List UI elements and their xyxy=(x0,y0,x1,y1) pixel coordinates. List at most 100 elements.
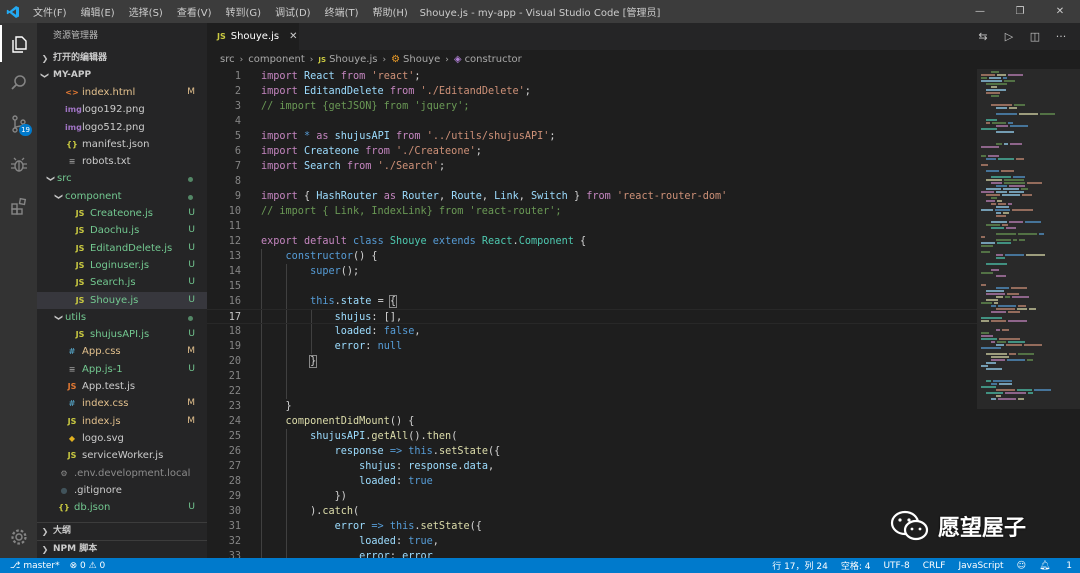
breadcrumb-item[interactable]: constructor xyxy=(465,54,522,65)
file-item[interactable]: ≡ App.js-1 U xyxy=(37,361,207,378)
line-endings[interactable]: CRLF xyxy=(923,561,946,571)
minimize-icon[interactable]: — xyxy=(960,0,1000,23)
project-section[interactable]: ❯ MY-APP xyxy=(37,67,207,84)
code-line[interactable]: 20 } xyxy=(207,354,977,369)
code-line[interactable]: 19 error: null xyxy=(207,339,977,354)
code-line[interactable]: 2 import EditandDelete from './EditandDel… xyxy=(207,84,977,99)
breadcrumb-item[interactable]: component xyxy=(248,54,305,65)
file-item[interactable]: ● .gitignore xyxy=(37,482,207,499)
code-line[interactable]: 16 this.state = { xyxy=(207,294,977,309)
file-item[interactable]: {} db.json U xyxy=(37,499,207,516)
file-item[interactable]: {} manifest.json xyxy=(37,136,207,153)
folder-item[interactable]: ❯ component xyxy=(37,188,207,205)
file-item[interactable]: ≡ robots.txt xyxy=(37,153,207,170)
menu-item[interactable]: 转到(G) xyxy=(219,4,269,19)
debug-icon[interactable] xyxy=(0,146,37,183)
extensions-icon[interactable] xyxy=(0,187,37,224)
settings-gear-icon[interactable] xyxy=(0,518,37,555)
file-item[interactable]: JS Daochu.js U xyxy=(37,222,207,239)
code-line[interactable]: 13 constructor() { xyxy=(207,249,977,264)
menu-item[interactable]: 编辑(E) xyxy=(74,4,122,19)
code-line[interactable]: 11 xyxy=(207,219,977,234)
git-branch[interactable]: master* xyxy=(23,561,59,571)
menu-item[interactable]: 终端(T) xyxy=(318,4,366,19)
code-line[interactable]: 15 xyxy=(207,279,977,294)
code-line[interactable]: 8 xyxy=(207,174,977,189)
split-editor-icon[interactable]: ◫ xyxy=(1022,30,1048,43)
file-item[interactable]: JS serviceWorker.js xyxy=(37,447,207,464)
file-item[interactable]: JS EditandDelete.js U xyxy=(37,240,207,257)
run-icon[interactable]: ▷ xyxy=(996,30,1022,43)
file-item[interactable]: # index.css M xyxy=(37,395,207,412)
close-tab-icon[interactable]: ✕ xyxy=(289,31,297,42)
code-line[interactable]: 3 // import {getJSON} from 'jquery'; xyxy=(207,99,977,114)
code-line[interactable]: 25 shujusAPI.getAll().then( xyxy=(207,429,977,444)
folder-item[interactable]: ❯ utils xyxy=(37,309,207,326)
problems-indicator[interactable]: ⊗ 0 ⚠ 0 xyxy=(70,561,106,571)
file-item[interactable]: # App.css M xyxy=(37,343,207,360)
code-line[interactable]: 28 loaded: true xyxy=(207,474,977,489)
code-line[interactable]: 31 error => this.setState({ xyxy=(207,519,977,534)
code-line[interactable]: 24 componentDidMount() { xyxy=(207,414,977,429)
code-line[interactable]: 9 import { HashRouter as Router, Route, L… xyxy=(207,189,977,204)
breadcrumb-item[interactable]: Shouye xyxy=(403,54,440,65)
encoding[interactable]: UTF-8 xyxy=(883,561,909,571)
folder-item[interactable]: ❯ src xyxy=(37,170,207,187)
code-line[interactable]: 18 loaded: false, xyxy=(207,324,977,339)
code-line[interactable]: 32 loaded: true, xyxy=(207,534,977,549)
file-item[interactable]: JS shujusAPI.js U xyxy=(37,326,207,343)
breadcrumb-item[interactable]: Shouye.js xyxy=(329,54,377,65)
code-line[interactable]: 4 xyxy=(207,114,977,129)
code-line[interactable]: 29 }) xyxy=(207,489,977,504)
code-line[interactable]: 26 response => this.setState({ xyxy=(207,444,977,459)
restore-icon[interactable]: ❐ xyxy=(1000,0,1040,23)
file-item[interactable]: JS App.test.js xyxy=(37,378,207,395)
outline-section[interactable]: ❯ 大纲 xyxy=(37,522,207,539)
code-editor[interactable]: 1 import React from 'react'; 2 import Edita… xyxy=(207,69,977,558)
tab-shouye-js[interactable]: JS Shouye.js ✕ xyxy=(207,23,299,50)
language-mode[interactable]: JavaScript xyxy=(958,561,1003,571)
code-line[interactable]: 10 // import { Link, IndexLink} from 'rea… xyxy=(207,204,977,219)
code-line[interactable]: 12 export default class Shouye extends Re… xyxy=(207,234,977,249)
file-item[interactable]: JS Createone.js U xyxy=(37,205,207,222)
close-icon[interactable]: ✕ xyxy=(1040,0,1080,23)
code-line[interactable]: 5 import * as shujusAPI from '../utils/sh… xyxy=(207,129,977,144)
code-line[interactable]: 14 super(); xyxy=(207,264,977,279)
code-line[interactable]: 17 shujus: [], xyxy=(207,309,977,324)
file-item[interactable]: img logo192.png xyxy=(37,101,207,118)
file-item[interactable]: JS Search.js U xyxy=(37,274,207,291)
code-line[interactable]: 21 xyxy=(207,369,977,384)
code-line[interactable]: 33 error: error xyxy=(207,549,977,558)
more-actions-icon[interactable]: ··· xyxy=(1048,30,1074,43)
notifications-bell-icon[interactable]: 🔔︎ 1 xyxy=(1039,561,1072,571)
menu-item[interactable]: 帮助(H) xyxy=(366,4,415,19)
source-control-icon[interactable]: 19 xyxy=(0,105,37,142)
file-item[interactable]: JS Shouye.js U xyxy=(37,291,207,309)
npm-scripts-section[interactable]: ❯ NPM 脚本 xyxy=(37,540,207,557)
explorer-icon[interactable] xyxy=(0,25,37,62)
code-line[interactable]: 27 shujus: response.data, xyxy=(207,459,977,474)
file-item[interactable]: <> index.html M xyxy=(37,84,207,101)
cursor-position[interactable]: 行 17，列 24 xyxy=(772,559,828,572)
minimap[interactable] xyxy=(977,69,1080,558)
menu-item[interactable]: 查看(V) xyxy=(170,4,219,19)
file-item[interactable]: ⚙ .env.development.local xyxy=(37,465,207,482)
menu-item[interactable]: 选择(S) xyxy=(122,4,170,19)
file-item[interactable]: img logo512.png xyxy=(37,119,207,136)
menu-item[interactable]: 文件(F) xyxy=(26,4,74,19)
code-line[interactable]: 30 ).catch( xyxy=(207,504,977,519)
file-item[interactable]: JS Loginuser.js U xyxy=(37,257,207,274)
code-line[interactable]: 23 } xyxy=(207,399,977,414)
feedback-smiley-icon[interactable]: ☺ xyxy=(1017,561,1026,571)
search-icon[interactable] xyxy=(0,64,37,101)
breadcrumb-item[interactable]: src xyxy=(220,54,235,65)
file-item[interactable]: JS index.js M xyxy=(37,413,207,430)
code-line[interactable]: 22 xyxy=(207,384,977,399)
indentation[interactable]: 空格: 4 xyxy=(841,559,871,572)
code-line[interactable]: 1 import React from 'react'; xyxy=(207,69,977,84)
open-changes-icon[interactable]: ⇆ xyxy=(970,30,996,43)
code-line[interactable]: 7 import Search from './Search'; xyxy=(207,159,977,174)
open-editors-section[interactable]: ❯ 打开的编辑器 xyxy=(37,50,207,67)
file-item[interactable]: ◆ logo.svg xyxy=(37,430,207,447)
code-line[interactable]: 6 import Createone from './Createone'; xyxy=(207,144,977,159)
